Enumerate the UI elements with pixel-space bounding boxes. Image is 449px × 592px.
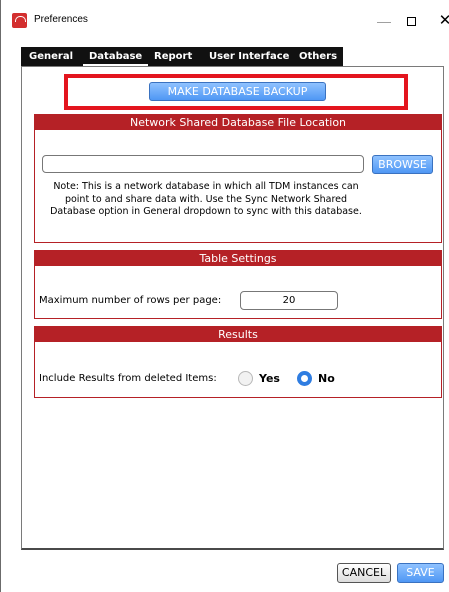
tab-general[interactable]: General <box>23 47 79 66</box>
section-header: Network Shared Database File Location <box>35 115 441 130</box>
close-button[interactable]: ✕ <box>433 10 449 32</box>
window-title: Preferences <box>34 14 88 25</box>
rows-per-page-label: Maximum number of rows per page: <box>39 295 222 306</box>
app-icon <box>12 13 27 28</box>
section-header: Table Settings <box>35 251 441 266</box>
maximize-button[interactable] <box>399 10 423 32</box>
tab-report[interactable]: Report <box>148 47 198 66</box>
tab-user-interface[interactable]: User Interface <box>203 47 295 66</box>
minimize-button[interactable]: — <box>372 10 396 32</box>
tab-others[interactable]: Others <box>293 47 343 66</box>
maximize-icon <box>406 17 416 26</box>
browse-button[interactable]: BROWSE <box>372 155 433 174</box>
save-button[interactable]: SAVE <box>397 563 444 583</box>
rows-per-page-input[interactable]: 20 <box>240 291 338 310</box>
network-file-path-input[interactable] <box>42 155 364 173</box>
no-radio-label[interactable]: No <box>318 372 335 385</box>
include-deleted-label: Include Results from deleted Items: <box>39 373 217 384</box>
title-bar: Preferences — ✕ <box>1 0 449 40</box>
no-radio[interactable] <box>297 371 312 386</box>
preferences-window: Preferences — ✕ General Database Report … <box>0 0 449 592</box>
yes-radio-label[interactable]: Yes <box>259 372 280 385</box>
section-header: Results <box>35 327 441 342</box>
network-database-section: Network Shared Database File Location BR… <box>34 114 442 243</box>
network-note-text: Note: This is a network database in whic… <box>50 181 362 217</box>
make-database-backup-button[interactable]: MAKE DATABASE BACKUP <box>149 82 326 101</box>
results-section: Results Include Results from deleted Ite… <box>34 326 442 398</box>
tab-database[interactable]: Database <box>83 47 149 66</box>
table-settings-section: Table Settings Maximum number of rows pe… <box>34 250 442 319</box>
yes-radio[interactable] <box>238 371 253 386</box>
cancel-button[interactable]: CANCEL <box>337 563 391 583</box>
tab-bar: General Database Report User Interface O… <box>21 47 343 66</box>
